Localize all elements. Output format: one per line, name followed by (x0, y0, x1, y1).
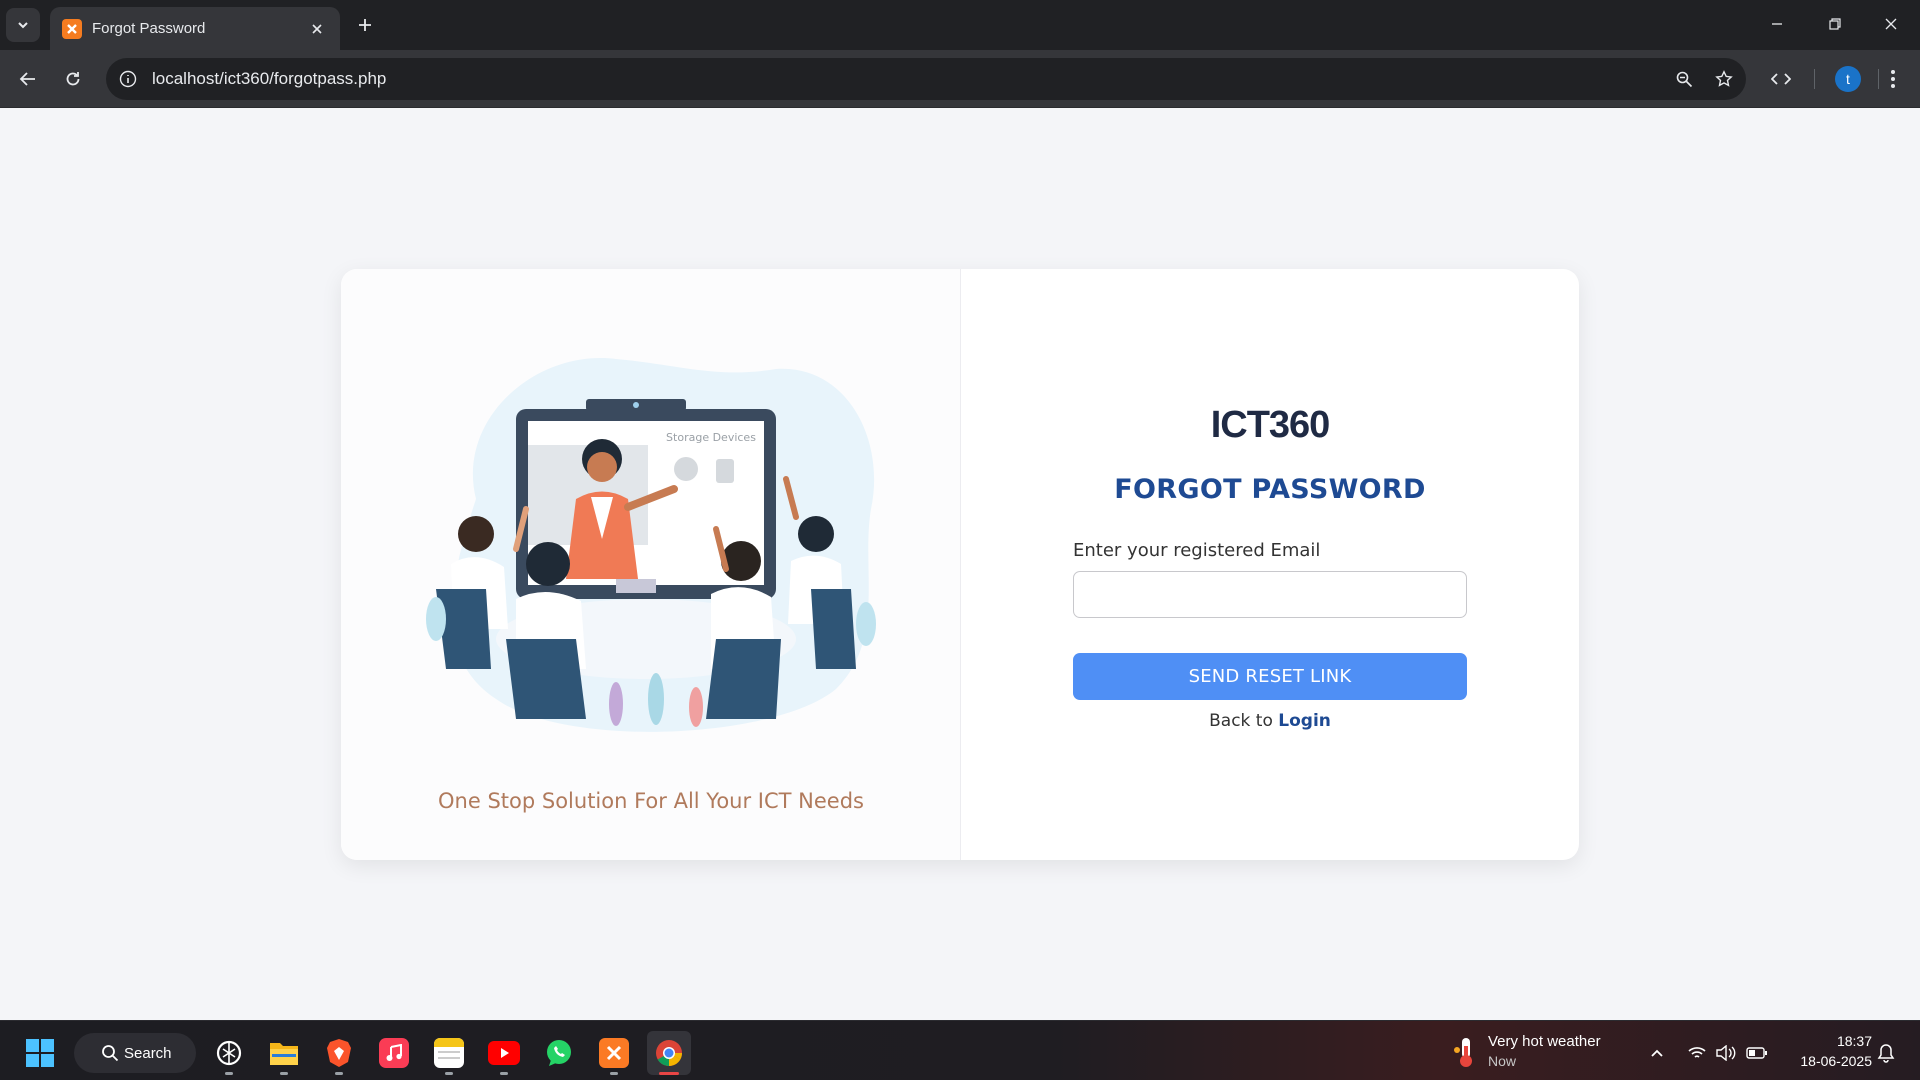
search-icon (102, 1045, 119, 1062)
tagline: One Stop Solution For All Your ICT Needs (438, 789, 864, 813)
classroom-illustration: Storage Devices (426, 358, 876, 732)
arrow-left-icon (19, 72, 35, 86)
tab-strip: Forgot Password (0, 0, 1920, 50)
restore-button[interactable] (1806, 0, 1864, 48)
site-info-icon[interactable] (114, 65, 142, 93)
chrome-icon[interactable] (647, 1031, 691, 1075)
taskbar: Search Very hot weather Now 18:37 18-06-… (0, 1020, 1920, 1080)
windows-logo-icon (26, 1039, 54, 1067)
browser-menu-button[interactable] (1877, 63, 1909, 95)
notification-bell-icon[interactable] (1874, 1041, 1898, 1065)
forgot-password-card: Storage Devices One Stop Solution For Al… (341, 269, 1579, 860)
restore-icon (1829, 18, 1841, 30)
clock-date: 18-06-2025 (1800, 1053, 1872, 1069)
send-reset-link-button[interactable]: SEND RESET LINK (1073, 653, 1467, 700)
music-icon[interactable] (372, 1031, 416, 1075)
back-text: Back to (1209, 711, 1273, 731)
weather-widget[interactable]: Very hot weather Now (1448, 1031, 1618, 1073)
email-label: Enter your registered Email (1073, 540, 1321, 561)
notes-icon[interactable] (427, 1031, 471, 1075)
minimize-icon (1772, 23, 1782, 25)
back-to-login-row: Back to Login (961, 711, 1579, 731)
profile-avatar[interactable]: t (1835, 66, 1861, 92)
brave-icon[interactable] (317, 1031, 361, 1075)
reload-button[interactable] (57, 63, 89, 95)
chatgpt-icon[interactable] (207, 1031, 251, 1075)
bookmark-star-icon[interactable] (1706, 61, 1742, 97)
illustration-screen-text: Storage Devices (666, 431, 756, 444)
volume-icon[interactable] (1714, 1041, 1738, 1065)
tab-search-button[interactable] (6, 8, 40, 42)
weather-subtitle: Now (1488, 1053, 1517, 1069)
url-text[interactable]: localhost/ict360/forgotpass.php (152, 69, 1666, 89)
xampp-icon[interactable] (592, 1031, 636, 1075)
thermometer-icon (1454, 1038, 1472, 1067)
file-explorer-icon[interactable] (262, 1031, 306, 1075)
form-panel: ICT360 FORGOT PASSWORD Enter your regist… (961, 269, 1579, 860)
address-bar[interactable]: localhost/ict360/forgotpass.php (106, 58, 1746, 100)
clock-time: 18:37 (1836, 1033, 1872, 1049)
new-tab-button[interactable] (350, 10, 380, 40)
toolbar-divider (1814, 69, 1815, 89)
taskbar-search[interactable]: Search (74, 1033, 196, 1073)
login-link[interactable]: Login (1278, 711, 1331, 731)
back-button[interactable] (12, 63, 44, 95)
whatsapp-icon[interactable] (537, 1031, 581, 1075)
plus-icon (359, 19, 371, 31)
close-tab-icon[interactable] (306, 18, 328, 40)
svg-text:ICT360: ICT360 (1211, 404, 1330, 446)
devtools-button[interactable] (1765, 63, 1797, 95)
minimize-button[interactable] (1748, 0, 1806, 48)
browser-toolbar: localhost/ict360/forgotpass.php (0, 50, 1920, 108)
system-clock[interactable]: 18:37 18-06-2025 (1780, 1031, 1872, 1071)
close-window-button[interactable] (1862, 0, 1920, 48)
weather-title: Very hot weather (1488, 1033, 1601, 1050)
wifi-icon[interactable] (1685, 1041, 1709, 1065)
illustration-panel: Storage Devices One Stop Solution For Al… (341, 269, 961, 860)
page-title: FORGOT PASSWORD (1114, 474, 1426, 505)
code-icon (1771, 73, 1791, 85)
xampp-favicon-icon (62, 18, 82, 39)
chevron-down-icon (18, 22, 28, 29)
reload-icon (66, 72, 80, 86)
chevron-up-icon (1651, 1049, 1663, 1057)
search-label: Search (124, 1044, 172, 1062)
tab-title: Forgot Password (92, 20, 206, 37)
browser-tab[interactable]: Forgot Password (50, 7, 340, 50)
more-vert-icon (1891, 70, 1895, 88)
battery-icon[interactable] (1745, 1041, 1769, 1065)
show-hidden-icons-button[interactable] (1645, 1041, 1669, 1065)
zoom-icon[interactable] (1666, 61, 1702, 97)
close-icon (1885, 18, 1897, 30)
start-button[interactable] (18, 1031, 62, 1075)
email-input[interactable] (1073, 571, 1467, 618)
youtube-icon[interactable] (482, 1031, 526, 1075)
ict360-logo: ICT360 (1211, 404, 1331, 446)
